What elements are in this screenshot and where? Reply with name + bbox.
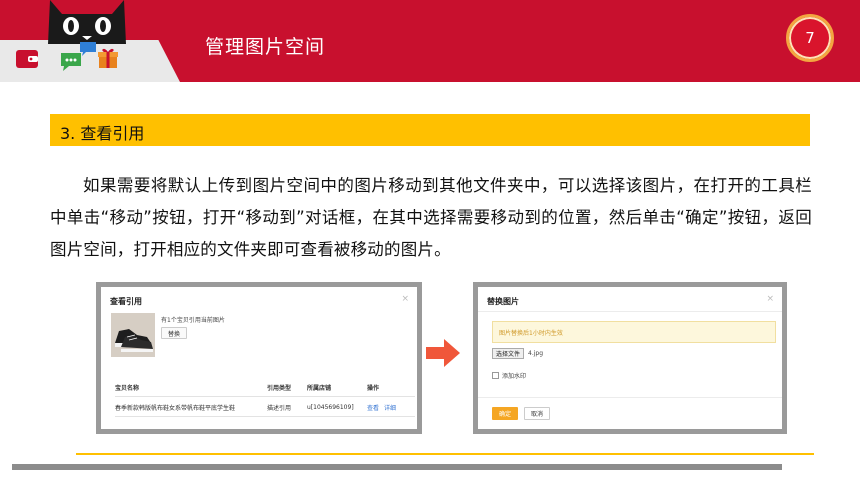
product-name-cell: 春季新款韩版帆布鞋女系带帆布鞋平底学生鞋 — [115, 396, 267, 417]
table-row: 春季新款韩版帆布鞋女系带帆布鞋平底学生鞋 描述引用 u[1045696109] … — [115, 396, 415, 417]
body-paragraph: 如果需要将默认上传到图片空间中的图片移动到其他文件夹中，可以选择该图片，在打开的… — [50, 176, 812, 259]
reference-count-note: 有1个宝贝引用当前图片 — [161, 317, 225, 324]
view-references-screenshot: 查看引用 × 有1个宝贝引用当前图片 替换 宝贝名称 引用类型 所属店铺 操作 … — [96, 282, 422, 434]
slide: 管理图片空间 7 3. 查看引用 如果需要将默认上传到图片空间中的图片移动到其他… — [0, 0, 860, 484]
confirm-button[interactable]: 确定 — [492, 407, 518, 420]
replace-image-screenshot: 替换图片 × 图片替换后1小时内生效 选择文件 4.jpg 添加水印 确定 取消 — [473, 282, 787, 434]
footer-accent-line — [76, 453, 814, 455]
shop-cell: u[1045696109] — [307, 396, 367, 417]
divider — [478, 397, 782, 398]
close-icon[interactable]: × — [766, 294, 774, 304]
replace-image-dialog: 替换图片 × 图片替换后1小时内生效 选择文件 4.jpg 添加水印 确定 取消 — [478, 287, 782, 429]
view-link[interactable]: 查看 — [367, 405, 379, 412]
column-header-shop: 所属店铺 — [307, 381, 367, 397]
watermark-option[interactable]: 添加水印 — [492, 371, 526, 380]
replace-button[interactable]: 替换 — [161, 327, 187, 339]
sneaker-icon — [111, 313, 155, 357]
dialog-title: 替换图片 — [487, 297, 519, 306]
selected-file-name: 4.jpg — [528, 350, 544, 357]
table-header-row: 宝贝名称 引用类型 所属店铺 操作 — [115, 381, 415, 397]
footer-bar — [12, 464, 782, 470]
column-header-type: 引用类型 — [267, 381, 307, 397]
right-arrow-icon — [426, 339, 460, 367]
close-icon[interactable]: × — [401, 294, 409, 304]
reference-table: 宝贝名称 引用类型 所属店铺 操作 春季新款韩版帆布鞋女系带帆布鞋平底学生鞋 描… — [115, 381, 415, 417]
page-title: 管理图片空间 — [205, 36, 326, 58]
notice-box: 图片替换后1小时内生效 — [492, 321, 776, 343]
cancel-button[interactable]: 取消 — [524, 407, 550, 420]
section-heading-bar: 3. 查看引用 — [50, 114, 810, 146]
reference-type-cell: 描述引用 — [267, 396, 307, 417]
view-references-dialog: 查看引用 × 有1个宝贝引用当前图片 替换 宝贝名称 引用类型 所属店铺 操作 … — [101, 287, 417, 429]
product-thumbnail — [111, 313, 155, 357]
gift-icon — [98, 48, 118, 68]
tmall-cat-logo-icon — [48, 0, 126, 44]
dialog-title: 查看引用 — [110, 297, 142, 306]
divider — [478, 311, 782, 312]
speech-bubble-icon — [80, 42, 96, 56]
page-number-badge: 7 — [786, 14, 834, 62]
actions-cell: 查看 详细 — [367, 396, 415, 417]
column-header-name: 宝贝名称 — [115, 381, 267, 397]
detail-link[interactable]: 详细 — [384, 405, 396, 412]
wallet-icon — [16, 50, 38, 68]
column-header-actions: 操作 — [367, 381, 415, 397]
choose-file-button[interactable]: 选择文件 — [492, 348, 525, 359]
watermark-checkbox[interactable] — [492, 372, 499, 379]
watermark-label: 添加水印 — [502, 373, 527, 380]
section-title: 3. 查看引用 — [60, 124, 145, 143]
